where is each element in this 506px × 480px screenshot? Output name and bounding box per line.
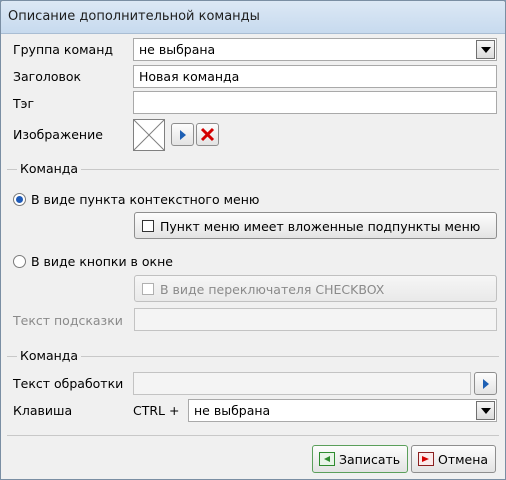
tooltip-input[interactable] xyxy=(134,308,497,331)
image-label: Изображение xyxy=(13,127,103,142)
save-icon xyxy=(319,452,335,466)
section-command-header: Команда xyxy=(20,161,79,176)
title-input[interactable]: Новая команда xyxy=(133,65,497,88)
submenu-checkbox-row[interactable]: Пункт меню имеет вложенные подпункты мен… xyxy=(134,212,497,239)
submenu-checkbox-label: Пункт меню имеет вложенные подпункты мен… xyxy=(160,219,481,234)
submenu-checkbox[interactable] xyxy=(142,220,154,232)
play-arrow-icon xyxy=(483,379,489,389)
chevron-down-icon[interactable] xyxy=(476,40,495,59)
divider xyxy=(81,356,499,357)
window-title: Описание дополнительной команды xyxy=(8,9,260,24)
title-input-value: Новая команда xyxy=(139,69,240,84)
save-button[interactable]: Записать xyxy=(312,445,408,473)
tag-label: Тэг xyxy=(13,96,35,111)
group-select[interactable]: не выбрана xyxy=(133,38,497,61)
group-select-value: не выбрана xyxy=(139,42,216,57)
checkbox-toggle-label: В виде переключателя CHECKBOX xyxy=(160,282,385,297)
tag-input[interactable] xyxy=(133,91,497,114)
handler-label: Текст обработки xyxy=(13,376,124,391)
cancel-button-label: Отмена xyxy=(438,452,489,467)
chevron-down-icon[interactable] xyxy=(476,401,495,420)
handler-edit-button[interactable] xyxy=(474,372,497,395)
play-arrow-icon xyxy=(180,130,186,140)
divider xyxy=(81,169,499,170)
tooltip-label: Текст подсказки xyxy=(13,313,123,328)
key-select[interactable]: не выбрана xyxy=(188,399,497,422)
radio-context-menu[interactable] xyxy=(13,193,26,206)
divider xyxy=(7,435,499,436)
key-label: Клавиша xyxy=(13,403,73,418)
key-prefix: CTRL + xyxy=(133,403,180,418)
radio-window-button-label[interactable]: В виде кнопки в окне xyxy=(31,254,173,269)
checkbox-toggle-checkbox[interactable] xyxy=(142,283,154,295)
cancel-button[interactable]: Отмена xyxy=(411,445,496,473)
image-browse-button[interactable] xyxy=(171,123,194,146)
cancel-icon xyxy=(418,452,434,466)
save-button-label: Записать xyxy=(339,452,401,467)
handler-input[interactable] xyxy=(133,372,471,395)
title-bar: Описание дополнительной команды xyxy=(1,1,505,34)
checkbox-toggle-row[interactable]: В виде переключателя CHECKBOX xyxy=(134,275,497,302)
delete-x-icon xyxy=(200,127,215,142)
dialog-window: Описание дополнительной команды Группа к… xyxy=(0,0,506,480)
title-label: Заголовок xyxy=(13,69,82,84)
divider xyxy=(7,169,17,170)
image-clear-button[interactable] xyxy=(196,123,219,146)
radio-context-menu-label[interactable]: В виде пункта контекстного меню xyxy=(31,192,259,207)
image-placeholder[interactable] xyxy=(133,119,165,151)
section-command-header-2: Команда xyxy=(20,348,79,363)
divider xyxy=(7,356,17,357)
group-label: Группа команд xyxy=(13,42,114,57)
key-select-value: не выбрана xyxy=(194,403,271,418)
radio-window-button[interactable] xyxy=(13,255,26,268)
empty-image-icon xyxy=(133,119,165,151)
